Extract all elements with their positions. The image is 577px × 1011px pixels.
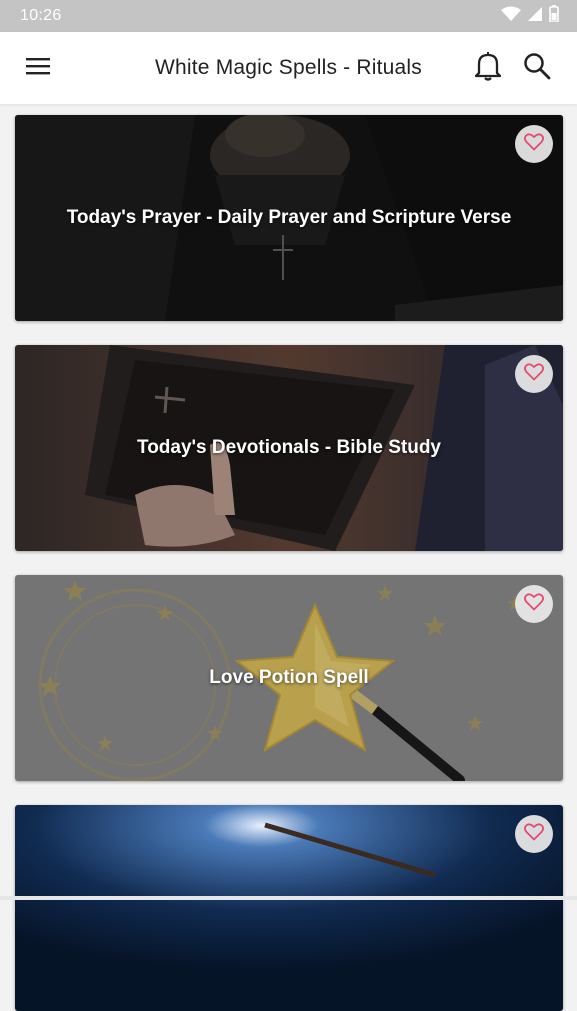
wifi-icon [501, 6, 521, 27]
favorite-button[interactable] [515, 815, 553, 853]
card-title: Today's Prayer - Daily Prayer and Script… [66, 207, 512, 228]
menu-button[interactable] [22, 54, 54, 82]
heart-outline-icon [524, 822, 544, 846]
status-time: 10:26 [20, 7, 62, 24]
card-item[interactable] [15, 805, 563, 1011]
card-title: Today's Devotionals - Bible Study [137, 437, 441, 458]
favorite-button[interactable] [515, 125, 553, 163]
favorite-button[interactable] [515, 355, 553, 393]
heart-outline-icon [524, 132, 544, 156]
bell-icon [474, 51, 502, 86]
bottom-edge [0, 896, 577, 900]
search-icon [523, 52, 551, 85]
signal-icon [527, 6, 543, 27]
app-bar: White Magic Spells - Rituals [0, 32, 577, 104]
card-item[interactable]: Love Potion Spell [15, 575, 563, 781]
card-title: Love Potion Spell [209, 667, 369, 688]
card-title [15, 805, 563, 1011]
status-icons [501, 5, 559, 27]
status-bar: 10:26 [0, 0, 577, 32]
card-item[interactable]: Today's Prayer - Daily Prayer and Script… [15, 115, 563, 321]
card-item[interactable]: Today's Devotionals - Bible Study [15, 345, 563, 551]
notifications-button[interactable] [472, 51, 504, 86]
search-button[interactable] [520, 52, 554, 84]
favorite-button[interactable] [515, 585, 553, 623]
menu-icon [25, 56, 51, 81]
heart-outline-icon [524, 362, 544, 386]
heart-outline-icon [524, 592, 544, 616]
battery-icon [549, 5, 559, 27]
